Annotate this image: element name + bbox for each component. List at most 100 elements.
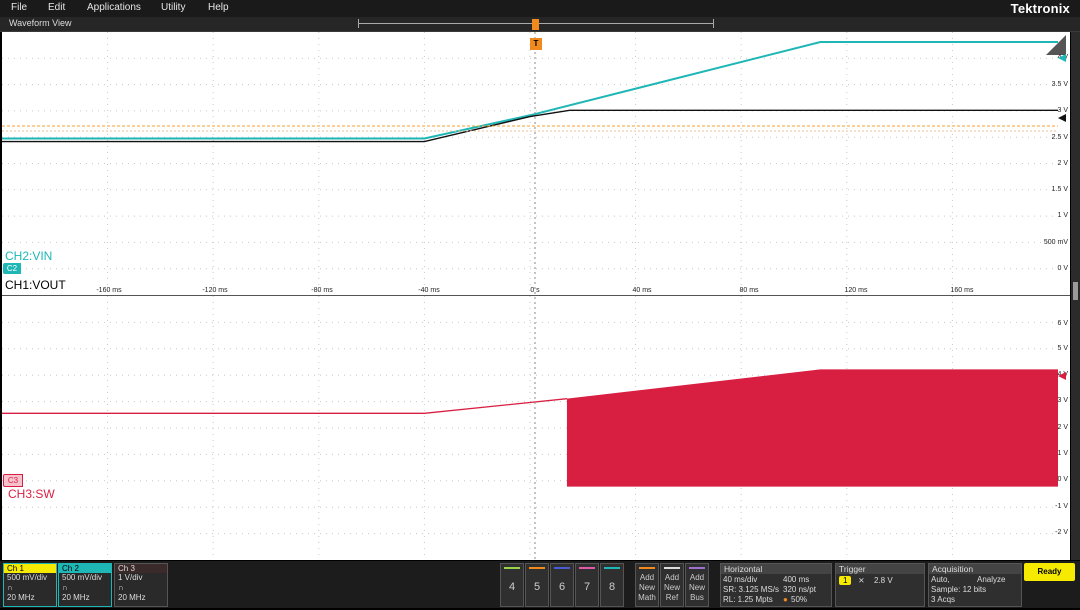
time-label: 160 ms [950,287,974,294]
ch2-bandwidth: 20 MHz [62,593,90,602]
volt-label: 2 V [1057,160,1068,167]
trigger-title: Trigger [836,564,924,574]
menu-help[interactable]: Help [208,2,229,13]
add-ref-line3: Ref [665,593,679,602]
volt-label: 1 V [1057,450,1068,457]
ch1-coupling-icon: ∩ [7,583,13,592]
acquisition-analyze: Analyze [977,575,1006,584]
add-ref-line1: Add [664,573,680,582]
waveform-svg [2,32,1058,560]
ch1-label: CH1:VOUT [5,278,66,292]
horizontal-duration: 400 ms [783,575,810,584]
time-label: 40 ms [632,287,652,294]
channel-5-label: 5 [533,581,541,593]
menu-edit[interactable]: Edit [48,2,65,13]
channel-4-label: 4 [508,581,516,593]
channel-5-button[interactable]: 5 [525,563,549,607]
time-label: 0 s [530,287,540,294]
channel-8-button[interactable]: 8 [600,563,624,607]
ch3-coupling-icon: ∩ [118,583,124,592]
ch1-settings-badge[interactable]: Ch 1 500 mV/div ∩ 20 MHz [3,563,57,607]
volt-label: 3 V [1057,107,1068,114]
volt-label: -2 V [1055,529,1068,536]
point-rate: 320 ns/pt [783,585,816,594]
add-new-math-button[interactable]: Add New Math [635,563,659,607]
acquisition-count: 3 Acqs [931,595,956,604]
record-length: RL: 1.25 Mpts [723,595,773,604]
channel-7-label: 7 [583,581,591,593]
ch2-title: Ch 2 [59,564,111,573]
channel-7-button[interactable]: 7 [575,563,599,607]
trigger-badge[interactable]: Trigger 1 ⨯ 2.8 V [835,563,925,607]
ch3-sw-trace [2,398,568,414]
scrollbar-thumb[interactable] [1073,282,1078,300]
time-label: -40 ms [418,287,440,294]
ch3-scale: 1 V/div [118,573,143,582]
horizontal-scale: 40 ms/div [723,575,758,584]
ch3-badge[interactable]: C3 [3,474,23,487]
menu-applications[interactable]: Applications [87,2,141,13]
volt-label: 2.5 V [1051,134,1068,141]
acquisition-title: Acquisition [929,564,1021,574]
trigger-top-marker [532,19,539,30]
ch2-settings-badge[interactable]: Ch 2 500 mV/div ∩ 20 MHz [58,563,112,607]
ch2-badge[interactable]: C2 [3,263,21,274]
add-bus-line2: New [688,583,705,592]
menu-file[interactable]: File [11,2,27,13]
menu-bar: File Edit Applications Utility Help Tekt… [0,0,1080,17]
acquisition-sample: Sample: 12 bits [931,585,987,594]
volt-label: 5 V [1057,345,1068,352]
menu-utility[interactable]: Utility [161,2,185,13]
ch1-title: Ch 1 [4,564,56,573]
trigger-level: 2.8 V [874,576,893,585]
ch1-offset-arrow[interactable] [1058,114,1066,122]
volt-label: 0 V [1057,265,1068,272]
ch2-scale: 500 mV/div [62,573,103,582]
time-label: 120 ms [844,287,868,294]
sample-rate: SR: 3.125 MS/s [723,585,780,594]
ch3-label: CH3:SW [8,487,55,501]
add-math-line1: Add [639,573,655,582]
ch3-offset-arrow[interactable] [1058,372,1066,380]
volt-label: 0 V [1057,476,1068,483]
acquisition-mode: Auto, [931,575,950,584]
ch1-bandwidth: 20 MHz [7,593,35,602]
ch2-offset-arrow[interactable] [1058,54,1066,62]
volt-label: 500 mV [1043,239,1068,246]
trigger-marker[interactable]: T [530,38,542,50]
horizontal-position: 50% [791,595,808,604]
waveform-plot[interactable] [2,32,1070,560]
time-label: -120 ms [202,287,228,294]
zoom-corner-icon[interactable] [1046,35,1066,55]
acquisition-badge[interactable]: Acquisition Auto, Analyze Sample: 12 bit… [928,563,1022,607]
add-ref-line2: New [663,583,680,592]
channel-6-button[interactable]: 6 [550,563,574,607]
horizontal-title: Horizontal [721,564,831,574]
ch3-settings-badge[interactable]: Ch 3 1 V/div ∩ 20 MHz [114,563,168,607]
brand-logo: Tektronix [1010,1,1070,16]
waveform-view-title: Waveform View [9,18,72,28]
channel-4-button[interactable]: 4 [500,563,524,607]
ch3-title: Ch 3 [115,564,167,573]
ch1-scale: 500 mV/div [7,573,48,582]
trigger-edge-icon: ⨯ [858,576,865,585]
ch2-label: CH2:VIN [5,249,53,263]
add-new-bus-button[interactable]: Add New Bus [685,563,709,607]
channel-6-label: 6 [558,581,566,593]
volt-label: 6 V [1057,320,1068,327]
horizontal-badge[interactable]: Horizontal 40 ms/div 400 ms SR: 3.125 MS… [720,563,832,607]
volt-label: -1 V [1055,503,1068,510]
ready-button[interactable]: Ready [1024,563,1075,581]
add-bus-line1: Add [689,573,705,582]
volt-label: 1.5 V [1051,186,1068,193]
volt-label: 3 V [1057,397,1068,404]
volt-label: 1 V [1057,212,1068,219]
time-label: 80 ms [739,287,759,294]
add-math-line3: Math [638,593,656,602]
time-label: -80 ms [311,287,333,294]
volt-label: 2 V [1057,424,1068,431]
add-new-ref-button[interactable]: Add New Ref [660,563,684,607]
ch2-coupling-icon: ∩ [62,583,68,592]
panel-divider [2,295,1070,296]
add-math-line2: New [638,583,655,592]
